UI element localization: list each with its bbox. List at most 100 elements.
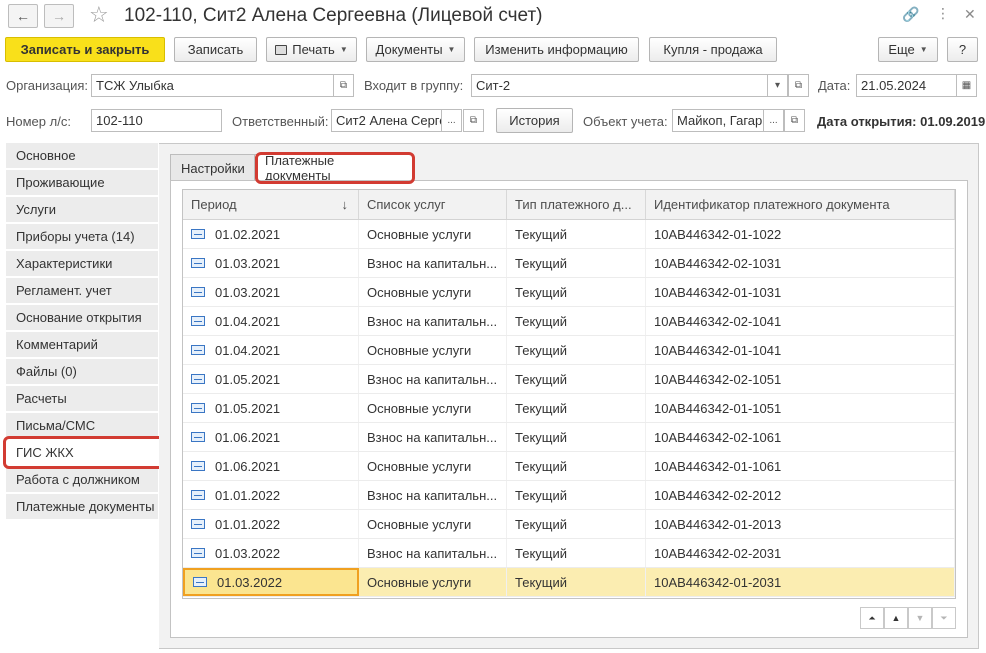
save-button[interactable]: Записать: [174, 37, 257, 62]
more-button[interactable]: Еще ▼: [878, 37, 938, 62]
open-object-icon[interactable]: ⧉: [784, 109, 805, 132]
object-label: Объект учета:: [583, 114, 668, 129]
close-icon[interactable]: ✕: [964, 6, 976, 23]
table-row[interactable]: 01.01.2022 Взнос на капитальн... Текущий 10…: [183, 481, 955, 510]
column-header-services[interactable]: Список услуг: [359, 190, 507, 219]
document-row-icon: [191, 490, 205, 500]
change-info-button[interactable]: Изменить информацию: [474, 37, 639, 62]
payment-documents-table[interactable]: Период ↓ Список услуг Тип платежного д..…: [182, 189, 956, 599]
history-button[interactable]: История: [496, 108, 573, 133]
responsible-field[interactable]: Сит2 Алена Серге: [331, 109, 442, 132]
table-cell-text: 10AB446342-01-1022: [654, 226, 782, 242]
scroll-first-icon: ⏶: [868, 612, 876, 623]
table-row[interactable]: 01.06.2021 Взнос на капитальн... Текущий 10…: [183, 423, 955, 452]
table-row[interactable]: 01.03.2021 Основные услуги Текущий 10AB4463…: [183, 278, 955, 307]
sidebar-item-9[interactable]: Файлы (0): [6, 359, 158, 385]
highlight-payment-documents-tab: [255, 152, 415, 184]
group-dropdown-icon[interactable]: ▾: [767, 74, 788, 97]
sidebar-item-label: Письма/СМС: [16, 418, 96, 433]
table-cell-text: Текущий: [515, 342, 567, 358]
table-cell: Текущий: [507, 394, 646, 422]
scroll-last-button[interactable]: ⏷: [932, 607, 956, 629]
table-row[interactable]: 01.05.2021 Взнос на капитальн... Текущий 10…: [183, 365, 955, 394]
table-cell-text: Основные услуги: [367, 574, 472, 590]
group-field[interactable]: Сит-2: [471, 74, 768, 97]
table-row[interactable]: 01.02.2021 Основные услуги Текущий 10AB4463…: [183, 220, 955, 249]
table-cell: 10AB446342-02-1051: [646, 365, 955, 393]
link-icon[interactable]: 🔗: [902, 6, 919, 23]
scroll-down-button[interactable]: ▼: [908, 607, 932, 629]
object-field[interactable]: Майкоп, Гагар: [672, 109, 764, 132]
sidebar-item-10[interactable]: Расчеты: [6, 386, 158, 412]
table-row[interactable]: 01.04.2021 Взнос на капитальн... Текущий 10…: [183, 307, 955, 336]
back-arrow-icon: ←: [16, 8, 30, 24]
date-field[interactable]: 21.05.2024: [856, 74, 957, 97]
save-and-close-button[interactable]: Записать и закрыть: [5, 37, 165, 62]
table-cell-text: Основные услуги: [367, 284, 472, 300]
help-label: ?: [958, 42, 967, 57]
sidebar-item-label: Комментарий: [16, 337, 98, 352]
scroll-up-button[interactable]: ▲: [884, 607, 908, 629]
table-row[interactable]: 01.04.2021 Основные услуги Текущий 10AB4463…: [183, 336, 955, 365]
table-cell-text: Основные услуги: [367, 400, 472, 416]
buy-sell-button[interactable]: Купля - продажа: [649, 37, 777, 62]
sidebar-item-2[interactable]: Проживающие: [6, 170, 158, 196]
sidebar-item-5[interactable]: Характеристики: [6, 251, 158, 277]
page-title: 102-110, Сит2 Алена Сергеевна (Лицевой с…: [124, 5, 543, 26]
column-header-doc-id[interactable]: Идентификатор платежного документа: [646, 190, 955, 219]
sidebar-item-7[interactable]: Основание открытия: [6, 305, 158, 331]
table-cell: 10AB446342-02-1061: [646, 423, 955, 451]
table-row[interactable]: 01.03.2022 Взнос на капитальн... Текущий 10…: [183, 539, 955, 568]
table-row[interactable]: 01.01.2022 Основные услуги Текущий 10AB4463…: [183, 510, 955, 539]
account-number-field[interactable]: 102-110: [91, 109, 222, 132]
help-button[interactable]: ?: [947, 37, 978, 62]
table-cell-text: Текущий: [515, 226, 567, 242]
table-cell-text: Основные услуги: [367, 458, 472, 474]
history-label: История: [509, 113, 560, 128]
more-actions-icon[interactable]: ⋮: [936, 5, 950, 22]
sidebar-item-13[interactable]: Работа с должником: [6, 467, 158, 493]
open-group-icon[interactable]: ⧉: [788, 74, 809, 97]
forward-button[interactable]: →: [44, 4, 74, 28]
sidebar-item-4[interactable]: Приборы учета (14): [6, 224, 158, 250]
open-organization-icon[interactable]: ⧉: [333, 74, 354, 97]
print-label: Печать: [292, 42, 335, 57]
table-cell-text: 01.04.2021: [215, 313, 281, 329]
table-cell: Основные услуги: [359, 510, 507, 538]
table-row[interactable]: 01.06.2021 Основные услуги Текущий 10AB4463…: [183, 452, 955, 481]
object-select-button[interactable]: ...: [763, 109, 784, 132]
table-cell: 10AB446342-01-1061: [646, 452, 955, 480]
tab-settings[interactable]: Настройки: [170, 154, 255, 181]
table-cell: 01.06.2021: [183, 452, 359, 480]
back-button[interactable]: ←: [8, 4, 38, 28]
table-row[interactable]: 01.05.2021 Основные услуги Текущий 10AB4463…: [183, 394, 955, 423]
scroll-first-button[interactable]: ⏶: [860, 607, 884, 629]
table-body: 01.02.2021 Основные услуги Текущий 10AB4463…: [183, 220, 955, 597]
table-cell: Текущий: [507, 452, 646, 480]
table-row[interactable]: 01.03.2021 Взнос на капитальн... Текущий 10…: [183, 249, 955, 278]
period-header-label: Период: [191, 197, 237, 212]
column-header-doc-type[interactable]: Тип платежного д...: [507, 190, 646, 219]
sidebar-item-14[interactable]: Платежные документы: [6, 494, 158, 520]
print-button[interactable]: Печать ▼: [266, 37, 357, 62]
documents-button[interactable]: Документы ▼: [366, 37, 465, 62]
table-cell-text: Текущий: [515, 516, 567, 532]
table-cell-text: 01.06.2021: [215, 458, 281, 474]
save-and-close-label: Записать и закрыть: [20, 42, 150, 57]
table-cell-text: 01.05.2021: [215, 400, 281, 416]
open-responsible-icon[interactable]: ⧉: [463, 109, 484, 132]
calendar-icon[interactable]: ▦: [956, 74, 977, 97]
sidebar-item-8[interactable]: Комментарий: [6, 332, 158, 358]
column-header-period[interactable]: Период ↓: [183, 190, 359, 219]
sidebar-item-3[interactable]: Услуги: [6, 197, 158, 223]
responsible-select-button[interactable]: ...: [441, 109, 462, 132]
favorite-star-icon[interactable]: ☆: [89, 2, 109, 28]
organization-field[interactable]: ТСЖ Улыбка: [91, 74, 334, 97]
sidebar-item-1[interactable]: Основное: [6, 143, 158, 169]
table-cell: Текущий: [507, 220, 646, 248]
document-row-icon: [191, 229, 205, 239]
chevron-down-icon: ▼: [339, 45, 348, 54]
sidebar-item-6[interactable]: Регламент. учет: [6, 278, 158, 304]
table-cell: Основные услуги: [359, 278, 507, 306]
table-row[interactable]: 01.03.2022 Основные услуги Текущий 10AB4463…: [183, 568, 955, 597]
